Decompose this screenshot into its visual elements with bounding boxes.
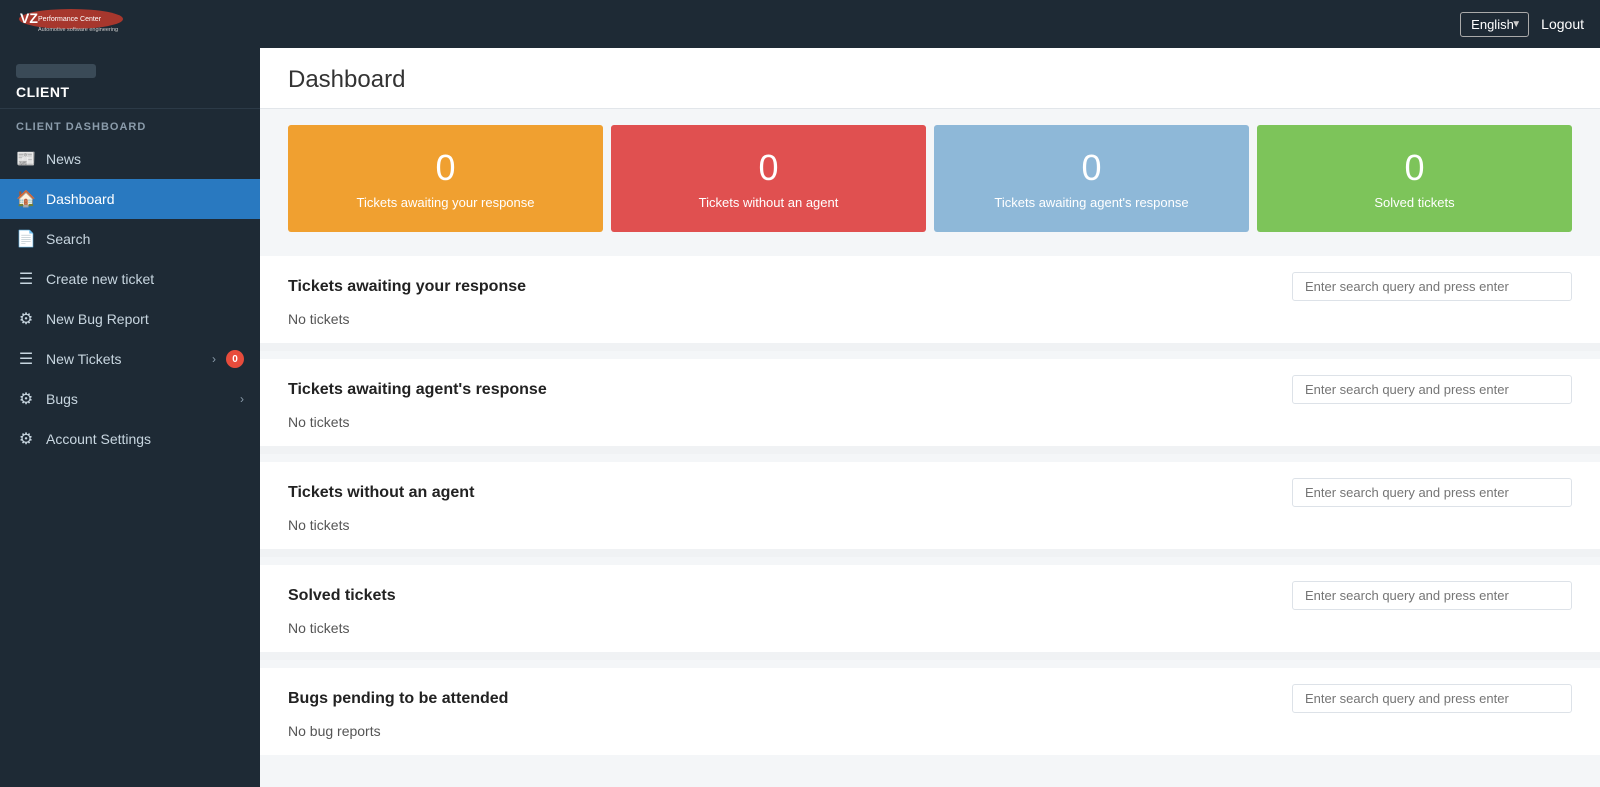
- divider-2: [260, 446, 1600, 454]
- stat-card-solved[interactable]: 0 Solved tickets: [1257, 125, 1572, 232]
- sidebar-item-label-dashboard: Dashboard: [46, 191, 244, 207]
- section-solved-tickets: Solved tickets No tickets: [260, 565, 1600, 652]
- main-header: Dashboard: [260, 48, 1600, 109]
- divider-3: [260, 549, 1600, 557]
- chevron-right-bugs-icon: ›: [240, 392, 244, 406]
- account-settings-icon: ⚙: [16, 429, 36, 449]
- sidebar-section-label: CLIENT DASHBOARD: [0, 109, 260, 139]
- section-title-bugs-pending: Bugs pending to be attended: [288, 690, 508, 708]
- sidebar-item-news[interactable]: 📰 News: [0, 139, 260, 179]
- search-bugs-pending[interactable]: [1292, 684, 1572, 713]
- section-title-awaiting-agent-response: Tickets awaiting agent's response: [288, 381, 547, 399]
- section-bugs-pending: Bugs pending to be attended No bug repor…: [260, 668, 1600, 755]
- stat-label-without-agent: Tickets without an agent: [699, 195, 839, 210]
- bug-report-icon: ⚙: [16, 309, 36, 329]
- sidebar-item-label-search: Search: [46, 231, 244, 247]
- section-awaiting-agent-response: Tickets awaiting agent's response No tic…: [260, 359, 1600, 446]
- new-tickets-badge: 0: [226, 350, 244, 368]
- sidebar-item-dashboard[interactable]: 🏠 Dashboard: [0, 179, 260, 219]
- bugs-icon: ⚙: [16, 389, 36, 409]
- stat-label-awaiting-agent: Tickets awaiting agent's response: [994, 195, 1188, 210]
- section-without-agent: Tickets without an agent No tickets: [260, 462, 1600, 549]
- section-title-solved-tickets: Solved tickets: [288, 587, 396, 605]
- section-title-awaiting-your-response: Tickets awaiting your response: [288, 278, 526, 296]
- stats-row: 0 Tickets awaiting your response 0 Ticke…: [260, 109, 1600, 248]
- language-selector-wrapper[interactable]: English Spanish French ▼: [1460, 12, 1529, 37]
- section-header-bugs-pending: Bugs pending to be attended: [260, 668, 1600, 723]
- svg-text:VZ: VZ: [20, 10, 38, 26]
- main-layout: CLIENT CLIENT DASHBOARD 📰 News 🏠 Dashboa…: [0, 48, 1600, 787]
- stat-number-without-agent: 0: [758, 147, 778, 189]
- create-ticket-icon: ☰: [16, 269, 36, 289]
- svg-text:Performance Center: Performance Center: [38, 16, 102, 23]
- new-tickets-icon: ☰: [16, 349, 36, 369]
- language-select[interactable]: English Spanish French: [1460, 12, 1529, 37]
- sidebar-item-label-account-settings: Account Settings: [46, 431, 244, 447]
- sidebar-item-create-ticket[interactable]: ☰ Create new ticket: [0, 259, 260, 299]
- section-header-solved-tickets: Solved tickets: [260, 565, 1600, 620]
- stat-label-awaiting-response: Tickets awaiting your response: [357, 195, 535, 210]
- section-title-without-agent: Tickets without an agent: [288, 484, 474, 502]
- section-header-without-agent: Tickets without an agent: [260, 462, 1600, 517]
- search-without-agent[interactable]: [1292, 478, 1572, 507]
- stat-number-awaiting-agent: 0: [1081, 147, 1101, 189]
- news-icon: 📰: [16, 149, 36, 169]
- section-body-awaiting-agent-response: No tickets: [260, 414, 1600, 446]
- stat-card-awaiting-response[interactable]: 0 Tickets awaiting your response: [288, 125, 603, 232]
- topnav-right: English Spanish French ▼ Logout: [1460, 12, 1584, 37]
- avatar: [16, 64, 96, 78]
- main-content: Dashboard 0 Tickets awaiting your respon…: [260, 48, 1600, 787]
- sidebar-item-label-new-bug-report: New Bug Report: [46, 311, 244, 327]
- search-awaiting-agent-response[interactable]: [1292, 375, 1572, 404]
- svg-text:Automotive software engineerin: Automotive software engineering: [38, 27, 118, 33]
- divider-4: [260, 652, 1600, 660]
- sidebar-item-account-settings[interactable]: ⚙ Account Settings: [0, 419, 260, 459]
- sidebar-item-new-bug-report[interactable]: ⚙ New Bug Report: [0, 299, 260, 339]
- sidebar-item-search[interactable]: 📄 Search: [0, 219, 260, 259]
- sidebar-user-section: CLIENT: [0, 48, 260, 109]
- stat-label-solved: Solved tickets: [1374, 195, 1454, 210]
- divider-1: [260, 343, 1600, 351]
- stat-number-awaiting-response: 0: [435, 147, 455, 189]
- section-body-solved-tickets: No tickets: [260, 620, 1600, 652]
- search-awaiting-your-response[interactable]: [1292, 272, 1572, 301]
- section-header-awaiting-your-response: Tickets awaiting your response: [260, 256, 1600, 311]
- stat-number-solved: 0: [1404, 147, 1424, 189]
- sidebar-item-bugs[interactable]: ⚙ Bugs ›: [0, 379, 260, 419]
- section-body-bugs-pending: No bug reports: [260, 723, 1600, 755]
- section-header-awaiting-agent-response: Tickets awaiting agent's response: [260, 359, 1600, 414]
- section-body-without-agent: No tickets: [260, 517, 1600, 549]
- stat-card-without-agent[interactable]: 0 Tickets without an agent: [611, 125, 926, 232]
- sidebar-item-label-create-ticket: Create new ticket: [46, 271, 244, 287]
- sidebar-user-label: CLIENT: [16, 84, 244, 100]
- dashboard-icon: 🏠: [16, 189, 36, 209]
- search-icon: 📄: [16, 229, 36, 249]
- sidebar-item-new-tickets[interactable]: ☰ New Tickets › 0: [0, 339, 260, 379]
- section-body-awaiting-your-response: No tickets: [260, 311, 1600, 343]
- sidebar: CLIENT CLIENT DASHBOARD 📰 News 🏠 Dashboa…: [0, 48, 260, 787]
- search-solved-tickets[interactable]: [1292, 581, 1572, 610]
- logo-svg: VZ Performance Center Automotive softwar…: [16, 5, 146, 43]
- section-awaiting-your-response: Tickets awaiting your response No ticket…: [260, 256, 1600, 343]
- sidebar-item-label-new-tickets: New Tickets: [46, 351, 202, 367]
- stat-card-awaiting-agent[interactable]: 0 Tickets awaiting agent's response: [934, 125, 1249, 232]
- sidebar-item-label-bugs: Bugs: [46, 391, 230, 407]
- chevron-right-icon: ›: [212, 352, 216, 366]
- top-navigation: VZ Performance Center Automotive softwar…: [0, 0, 1600, 48]
- logo: VZ Performance Center Automotive softwar…: [16, 5, 146, 43]
- logout-button[interactable]: Logout: [1541, 16, 1584, 32]
- sidebar-item-label-news: News: [46, 151, 244, 167]
- page-title: Dashboard: [288, 66, 1572, 94]
